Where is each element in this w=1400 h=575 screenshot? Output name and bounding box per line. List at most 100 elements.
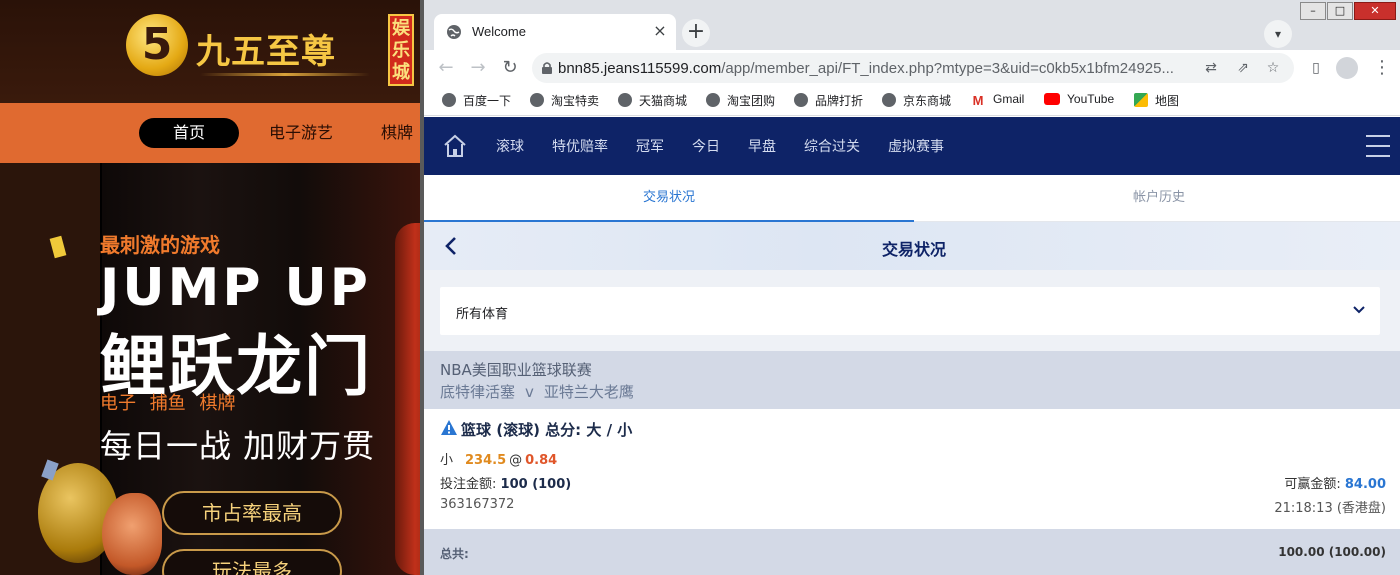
- potential-win-label: 可赢金额:: [1284, 477, 1341, 492]
- banner-pill-market-share[interactable]: 市占率最高: [162, 491, 342, 535]
- bookmark-brand-discount[interactable]: 品牌打折: [794, 92, 863, 110]
- side-panel-icon[interactable]: ▯: [1304, 56, 1328, 80]
- bookmark-taobao-sale[interactable]: 淘宝特卖: [530, 92, 599, 110]
- window-close-icon[interactable]: ✕: [1354, 2, 1396, 20]
- app-top-nav: 滚球 特优赔率 冠军 今日 早盘 综合过关 虚拟赛事: [424, 117, 1400, 175]
- bet-type: 篮球 (滚球) 总分: 大 / 小: [461, 421, 633, 439]
- titlebar-blurred-text: [1054, 12, 1254, 22]
- stake-label: 投注金额:: [440, 477, 497, 492]
- tab-transaction-status[interactable]: 交易状况: [424, 175, 914, 222]
- bookmark-gmail[interactable]: M Gmail: [970, 92, 1025, 110]
- potential-win-row: 可赢金额: 84.00: [1284, 473, 1386, 492]
- globe-icon: [706, 93, 720, 107]
- total-row: 总共: 100.00 (100.00): [424, 529, 1400, 575]
- globe-icon: [618, 93, 632, 107]
- bet-selection: 小 234.5 @0.84: [440, 449, 557, 468]
- maximize-icon[interactable]: □: [1327, 2, 1353, 20]
- page-header: 交易状况: [424, 222, 1400, 270]
- browser-menu-icon[interactable]: ⋮: [1370, 56, 1394, 80]
- tab-title: Welcome: [472, 24, 526, 39]
- globe-icon: [447, 25, 461, 39]
- globe-icon: [530, 93, 544, 107]
- reload-icon[interactable]: ↻: [498, 56, 522, 80]
- back-arrow-icon[interactable]: ←: [434, 56, 458, 80]
- league-name: NBA美国职业篮球联赛: [440, 361, 592, 379]
- casino-nav-home[interactable]: 首页: [139, 118, 239, 148]
- banner-pill-most-games[interactable]: 玩法最多: [162, 549, 342, 575]
- nav-in-play[interactable]: 滚球: [496, 136, 524, 156]
- nav-best-odds[interactable]: 特优赔率: [552, 136, 608, 156]
- bookmark-tmall[interactable]: 天猫商城: [618, 92, 687, 110]
- bookmark-label: 百度一下: [463, 94, 512, 108]
- stake-row: 投注金额: 100 (100): [440, 473, 571, 492]
- tab-account-history[interactable]: 帐户历史: [914, 175, 1400, 222]
- address-bar[interactable]: bnn85.jeans115599.com/app/member_api/FT_…: [532, 53, 1294, 83]
- banner-categories: 电子 捕鱼 棋牌: [100, 393, 236, 414]
- casino-nav: 首页 电子游艺 棋牌: [0, 103, 420, 163]
- bet-line: 234.5: [465, 453, 507, 468]
- browser-tab[interactable]: Welcome ×: [434, 14, 676, 50]
- nav-parlay[interactable]: 综合过关: [804, 136, 860, 156]
- potential-win-value: 84.00: [1344, 477, 1386, 492]
- url-text[interactable]: bnn85.jeans115599.com/app/member_api/FT_…: [558, 60, 1174, 77]
- translate-icon[interactable]: ⇄: [1202, 59, 1220, 77]
- hamburger-line: [1366, 135, 1390, 137]
- bookmark-label: 天猫商城: [639, 94, 688, 108]
- share-icon[interactable]: ⇗: [1234, 59, 1252, 77]
- bet-ticket: 篮球 (滚球) 总分: 大 / 小 小 234.5 @0.84 投注金额: 100 …: [424, 409, 1400, 529]
- hamburger-menu-icon[interactable]: [1366, 135, 1390, 157]
- home-icon[interactable]: [442, 133, 468, 159]
- background-casino-site: 5 九五至尊 娱乐城 首页 电子游艺 棋牌 最刺激的游戏 JUMP UP 鲤跃龙…: [0, 0, 420, 575]
- bet-time: 21:18:13 (香港盘): [1274, 501, 1386, 516]
- sport-filter-value: 所有体育: [456, 307, 509, 322]
- maps-icon: [1134, 93, 1148, 107]
- bookmark-baidu[interactable]: 百度一下: [442, 92, 511, 110]
- bookmark-youtube[interactable]: YouTube: [1044, 92, 1114, 110]
- betting-app: 滚球 特优赔率 冠军 今日 早盘 综合过关 虚拟赛事 交易状况 帐户历史 交易状…: [424, 117, 1400, 575]
- casino-nav-games[interactable]: 电子游艺: [269, 118, 333, 148]
- casino-header: 5 九五至尊 娱乐城: [0, 0, 420, 103]
- nav-today[interactable]: 今日: [692, 136, 720, 156]
- total-label: 总共:: [440, 547, 469, 561]
- chevron-down-icon[interactable]: [1352, 305, 1366, 315]
- gold-fleck-icon: [49, 235, 67, 259]
- league-header: NBA美国职业篮球联赛 底特律活塞 v 亚特兰大老鹰: [424, 351, 1400, 409]
- chevron-left-icon[interactable]: [444, 236, 458, 256]
- banner-headline-en: JUMP UP: [100, 258, 371, 318]
- away-team: 亚特兰大老鹰: [543, 383, 634, 401]
- bookmark-taobao-group[interactable]: 淘宝团购: [706, 92, 775, 110]
- sport-filter-select[interactable]: 所有体育: [440, 287, 1380, 335]
- tab-close-icon[interactable]: ×: [650, 21, 670, 41]
- bookmark-maps[interactable]: 地图: [1134, 92, 1179, 110]
- vs-label: v: [525, 383, 534, 401]
- new-tab-button[interactable]: +: [682, 19, 710, 47]
- profile-avatar-icon[interactable]: [1336, 57, 1358, 79]
- bookmark-jd[interactable]: 京东商城: [882, 92, 951, 110]
- tab-search-icon[interactable]: ▾: [1264, 20, 1292, 48]
- casino-logo-icon: 5: [126, 14, 188, 76]
- casino-logo-name: 九五至尊: [196, 32, 336, 72]
- koi-fish-art: [102, 493, 162, 575]
- stake-value: 100 (100): [500, 477, 572, 492]
- bookmark-label: YouTube: [1067, 92, 1115, 106]
- globe-icon: [794, 93, 808, 107]
- bet-at: @: [509, 453, 523, 468]
- bookmark-star-icon[interactable]: ☆: [1264, 59, 1282, 77]
- nav-early[interactable]: 早盘: [748, 136, 776, 156]
- globe-icon: [442, 93, 456, 107]
- account-subtabs: 交易状况 帐户历史: [424, 175, 1400, 222]
- youtube-icon: [1044, 93, 1060, 105]
- bookmark-label: Gmail: [993, 92, 1025, 106]
- bookmark-label: 品牌打折: [815, 94, 864, 108]
- forward-arrow-icon[interactable]: →: [466, 56, 490, 80]
- url-host: bnn85.jeans115599.com: [558, 60, 722, 77]
- window-controls: – □ ✕: [1299, 2, 1396, 24]
- nav-virtual[interactable]: 虚拟赛事: [888, 136, 944, 156]
- nav-champion[interactable]: 冠军: [636, 136, 664, 156]
- lock-icon[interactable]: [540, 61, 554, 75]
- warning-icon: [441, 420, 457, 435]
- casino-nav-cards[interactable]: 棋牌: [381, 118, 413, 148]
- casino-logo-badge: 娱乐城: [388, 14, 414, 86]
- logo-ornament: [200, 73, 370, 76]
- minimize-icon[interactable]: –: [1300, 2, 1326, 20]
